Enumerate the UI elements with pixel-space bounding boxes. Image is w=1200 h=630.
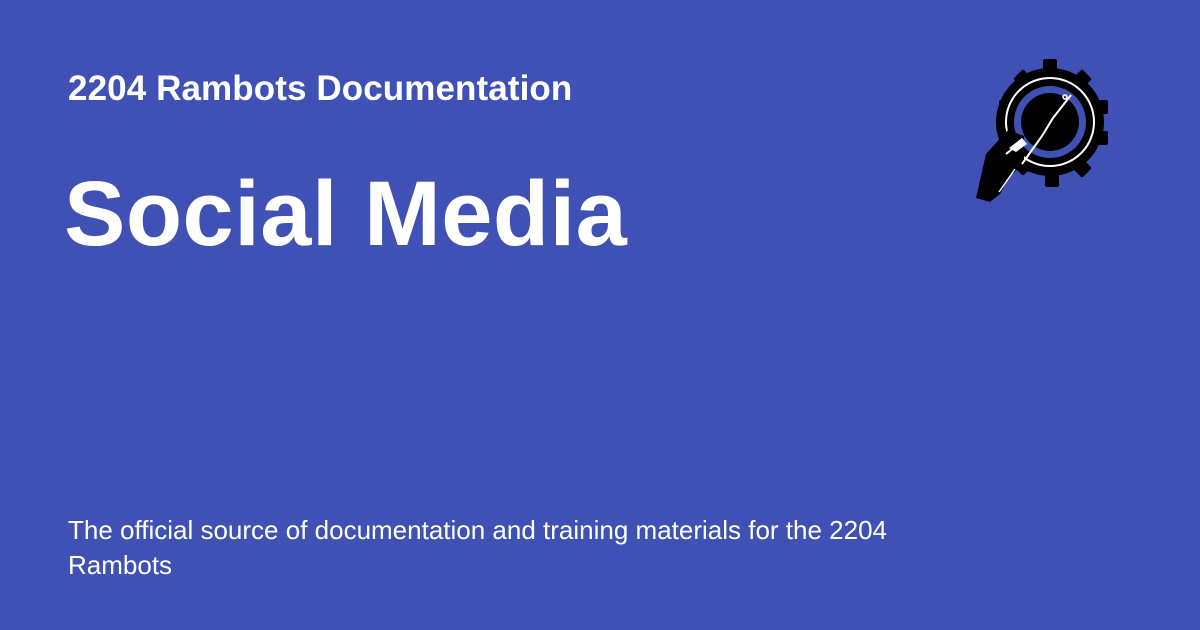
gear-wrench-logo-icon	[976, 59, 1108, 202]
site-description: The official source of documentation and…	[68, 515, 887, 580]
page-title: Social Media	[64, 163, 628, 265]
site-name: 2204 Rambots Documentation	[68, 69, 573, 108]
social-card: 2204 Rambots Documentation Social Media …	[0, 0, 1200, 630]
